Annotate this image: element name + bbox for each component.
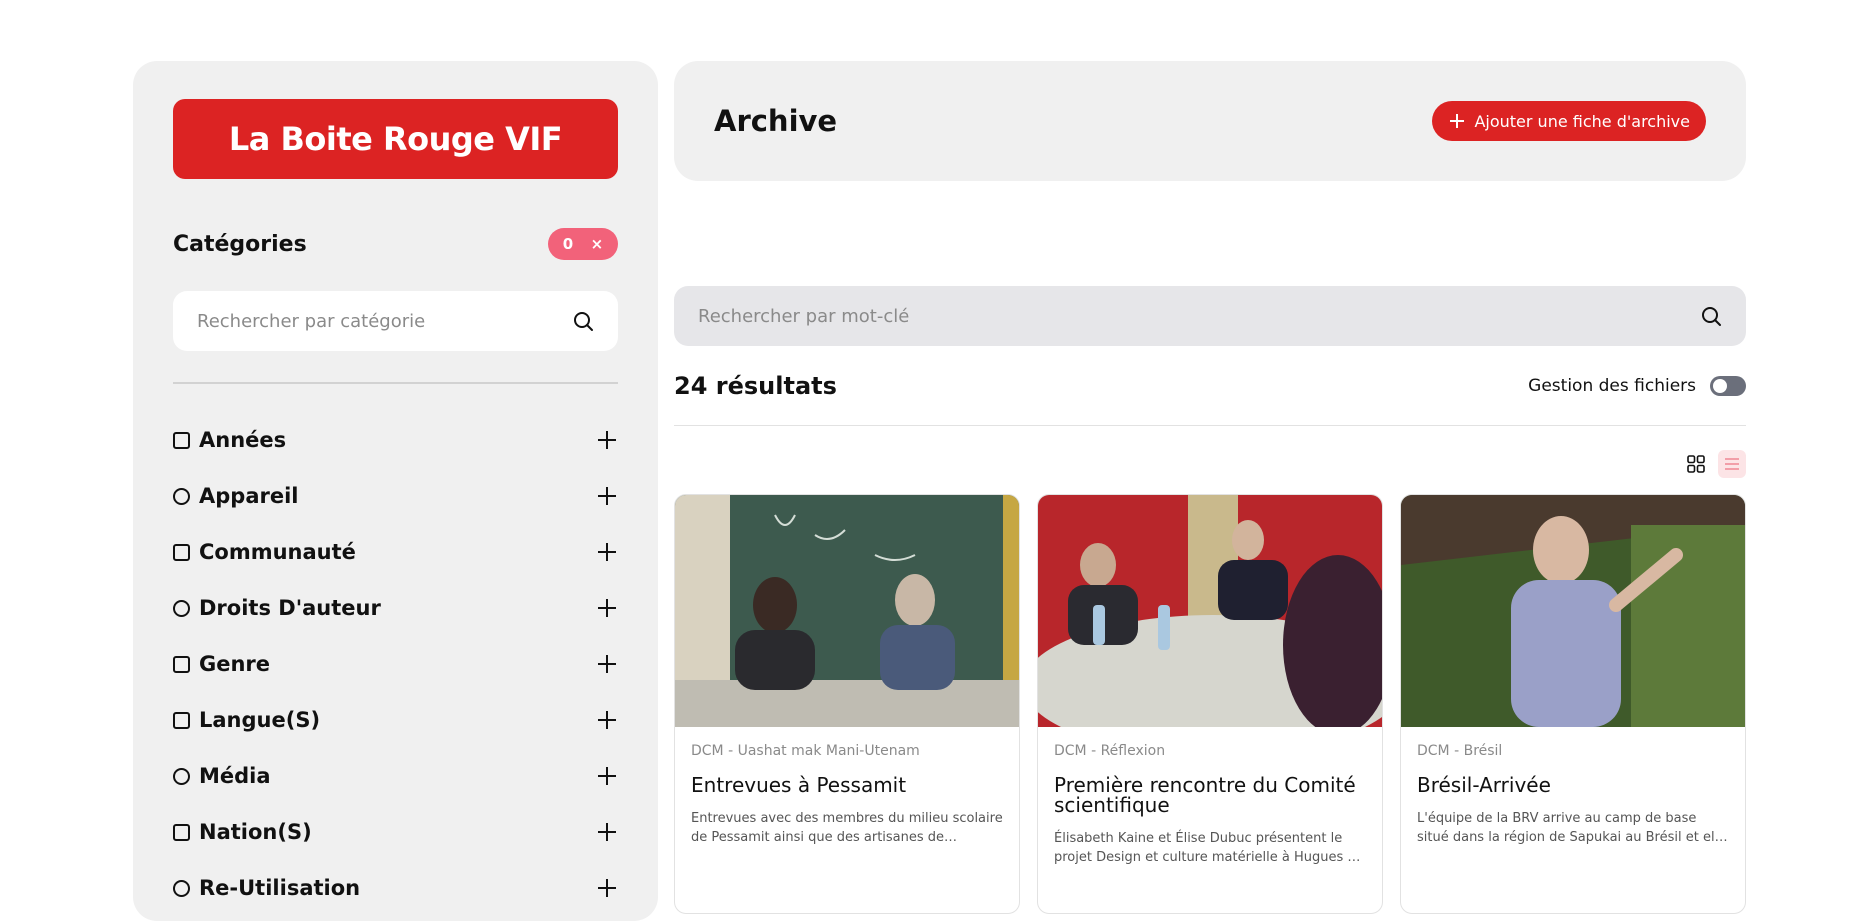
- card-body: DCM - Brésil Brésil-Arrivée L'équipe de …: [1401, 727, 1745, 863]
- page-header: Archive Ajouter une fiche d'archive: [674, 61, 1746, 181]
- filter-annees[interactable]: Années: [173, 412, 618, 468]
- filter-label: Genre: [199, 652, 271, 676]
- filter-droits-auteur[interactable]: Droits D'auteur: [173, 580, 618, 636]
- file-management-label: Gestion des fichiers: [1528, 376, 1696, 396]
- card-thumbnail-image[interactable]: [1038, 495, 1383, 727]
- filter-re-utilisation[interactable]: Re-Utilisation: [173, 860, 618, 916]
- archive-card[interactable]: DCM - Brésil Brésil-Arrivée L'équipe de …: [1400, 494, 1746, 914]
- sidebar-divider: [173, 382, 618, 384]
- filter-nations[interactable]: Nation(S): [173, 804, 618, 860]
- filter-label: Re-Utilisation: [199, 876, 361, 900]
- clear-selection-icon[interactable]: ×: [591, 235, 604, 253]
- filter-radio[interactable]: [173, 487, 190, 505]
- filter-label: Nation(S): [199, 820, 312, 844]
- keyword-search-input[interactable]: Rechercher par mot-clé: [674, 286, 1746, 346]
- filter-radio[interactable]: [173, 599, 190, 617]
- expand-plus-icon[interactable]: [596, 429, 618, 451]
- filter-label: Média: [199, 764, 271, 788]
- archive-card[interactable]: DCM - Uashat mak Mani-Utenam Entrevues à…: [674, 494, 1020, 914]
- file-management-control: Gestion des fichiers: [1528, 376, 1746, 396]
- brand-logo[interactable]: La Boite Rouge VIF: [173, 99, 618, 179]
- results-count: 24 résultats: [674, 372, 837, 400]
- filter-langues[interactable]: Langue(S): [173, 692, 618, 748]
- list-view-button[interactable]: [1718, 450, 1746, 478]
- selected-count-badge[interactable]: 0 ×: [548, 228, 618, 260]
- grid-view-button[interactable]: [1682, 450, 1710, 478]
- card-category: DCM - Uashat mak Mani-Utenam: [691, 743, 920, 759]
- sidebar: La Boite Rouge VIF Catégories 0 × Recher…: [133, 61, 658, 921]
- archive-card[interactable]: DCM - Réflexion Première rencontre du Co…: [1037, 494, 1383, 914]
- file-management-toggle[interactable]: [1710, 376, 1746, 396]
- expand-plus-icon[interactable]: [596, 765, 618, 787]
- grid-icon: [1687, 455, 1705, 473]
- card-title[interactable]: Brésil-Arrivée: [1417, 775, 1729, 795]
- filter-checkbox[interactable]: [173, 655, 190, 673]
- page-title: Archive: [714, 104, 838, 138]
- card-title[interactable]: Entrevues à Pessamit: [691, 775, 1003, 795]
- filter-appareil[interactable]: Appareil: [173, 468, 618, 524]
- expand-plus-icon[interactable]: [596, 653, 618, 675]
- expand-plus-icon[interactable]: [596, 709, 618, 731]
- results-divider: [674, 425, 1746, 426]
- filter-radio[interactable]: [173, 767, 190, 785]
- card-body: DCM - Réflexion Première rencontre du Co…: [1038, 727, 1382, 883]
- card-category: DCM - Brésil: [1417, 743, 1503, 759]
- card-title[interactable]: Première rencontre du Comité scientifiqu…: [1054, 775, 1366, 815]
- categories-header: Catégories 0 ×: [173, 226, 618, 262]
- category-search-placeholder: Rechercher par catégorie: [197, 310, 426, 332]
- filter-label: Droits D'auteur: [199, 596, 381, 620]
- card-category: DCM - Réflexion: [1054, 743, 1166, 759]
- expand-plus-icon[interactable]: [596, 485, 618, 507]
- filter-label: Appareil: [199, 484, 299, 508]
- card-description: L'équipe de la BRV arrive au camp de bas…: [1417, 811, 1727, 845]
- selected-count: 0: [562, 235, 574, 253]
- expand-plus-icon[interactable]: [596, 597, 618, 619]
- search-icon[interactable]: [572, 310, 594, 332]
- view-switcher: [1682, 450, 1746, 478]
- filter-genre[interactable]: Genre: [173, 636, 618, 692]
- filter-checkbox[interactable]: [173, 823, 190, 841]
- expand-plus-icon[interactable]: [596, 877, 618, 899]
- filter-checkbox[interactable]: [173, 431, 190, 449]
- filter-radio[interactable]: [173, 879, 190, 897]
- filter-label: Langue(S): [199, 708, 321, 732]
- card-thumbnail-image[interactable]: [675, 495, 1020, 727]
- card-body: DCM - Uashat mak Mani-Utenam Entrevues à…: [675, 727, 1019, 863]
- filter-list: Années Appareil Communauté Droits D'aute…: [173, 412, 618, 916]
- expand-plus-icon[interactable]: [596, 821, 618, 843]
- results-bar: 24 résultats Gestion des fichiers: [674, 366, 1746, 406]
- filter-media[interactable]: Média: [173, 748, 618, 804]
- expand-plus-icon[interactable]: [596, 541, 618, 563]
- filter-checkbox[interactable]: [173, 711, 190, 729]
- category-search-input[interactable]: Rechercher par catégorie: [173, 291, 618, 351]
- plus-icon: [1450, 114, 1465, 128]
- filter-label: Communauté: [199, 540, 356, 564]
- card-description: Élisabeth Kaine et Élise Dubuc présenten…: [1054, 831, 1364, 865]
- filter-communaute[interactable]: Communauté: [173, 524, 618, 580]
- results-grid: DCM - Uashat mak Mani-Utenam Entrevues à…: [674, 494, 1746, 914]
- filter-label: Années: [199, 428, 287, 452]
- card-thumbnail-image[interactable]: [1401, 495, 1746, 727]
- filter-checkbox[interactable]: [173, 543, 190, 561]
- add-archive-button[interactable]: Ajouter une fiche d'archive: [1432, 101, 1706, 141]
- add-archive-label: Ajouter une fiche d'archive: [1474, 111, 1690, 131]
- search-icon[interactable]: [1700, 305, 1722, 327]
- categories-title: Catégories: [173, 231, 307, 257]
- list-icon: [1725, 458, 1739, 470]
- card-description: Entrevues avec des membres du milieu sco…: [691, 811, 1003, 845]
- keyword-search-placeholder: Rechercher par mot-clé: [698, 305, 910, 327]
